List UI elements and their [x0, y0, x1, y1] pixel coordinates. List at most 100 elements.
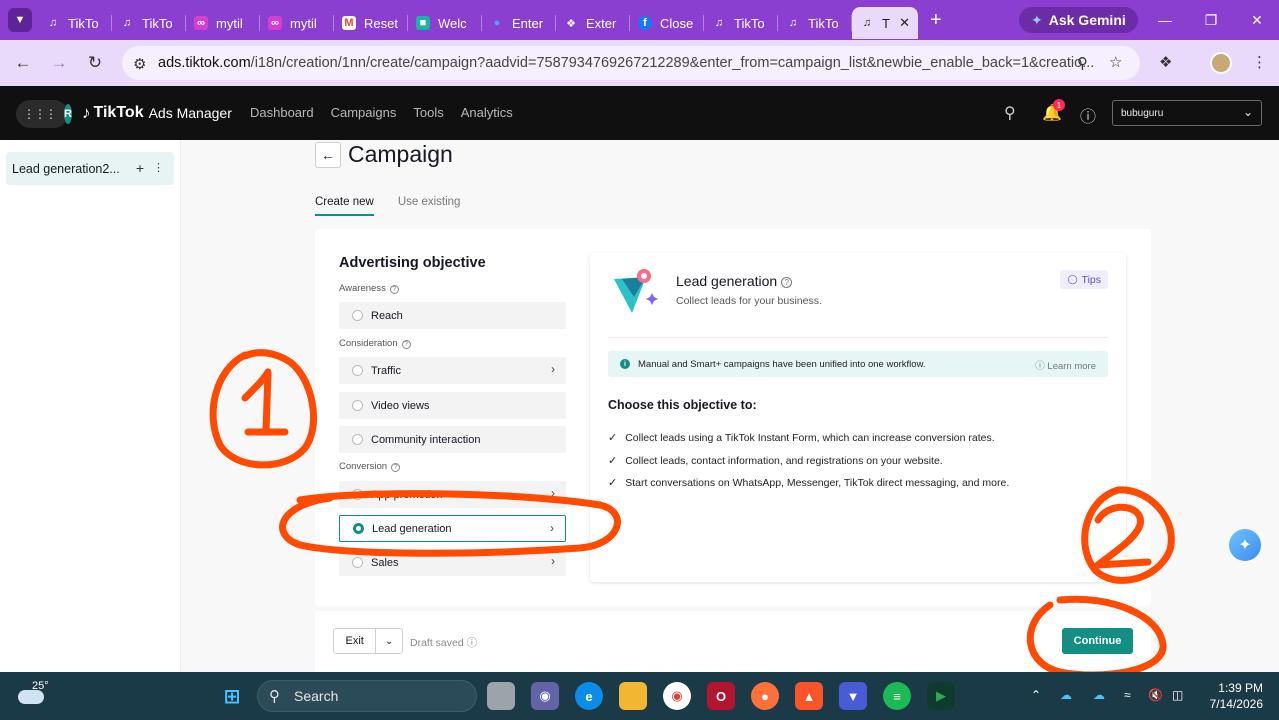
reload-icon[interactable]: ↻	[81, 49, 109, 77]
assistant-sparkle-icon[interactable]: ✦	[1229, 529, 1261, 561]
help-icon[interactable]: ?	[401, 340, 411, 349]
group-label-consideration: Consideration?	[339, 338, 411, 349]
objective-app-promotion[interactable]: App promotion ›	[339, 481, 566, 508]
browser-tab[interactable]: ■ Welc	[408, 7, 482, 39]
browser-tab[interactable]: ♫ TikTo	[704, 7, 778, 39]
taskbar-search[interactable]: ⚲ Search	[257, 680, 477, 712]
radio-button[interactable]	[352, 434, 363, 445]
objective-traffic[interactable]: Traffic ›	[339, 357, 566, 384]
facebook-icon: f	[638, 16, 652, 30]
ask-gemini-button[interactable]: ✦ Ask Gemini	[1019, 7, 1138, 33]
tiktok-ads-logo[interactable]: ♪ TikTok Ads Manager	[82, 103, 232, 123]
top-navigation: Dashboard Campaigns Tools Analytics	[250, 105, 513, 120]
back-button[interactable]: ←	[315, 142, 341, 168]
browser-tab[interactable]: ∞ mytil	[260, 7, 334, 39]
tab-use-existing[interactable]: Use existing	[398, 196, 461, 216]
nav-analytics[interactable]: Analytics	[461, 105, 513, 120]
close-window-icon[interactable]: ✕	[1234, 0, 1279, 40]
opera-icon[interactable]: O	[707, 682, 735, 710]
restore-window-icon[interactable]: ❐	[1188, 0, 1234, 40]
tab-search-menu-button[interactable]: ▼	[8, 8, 32, 32]
browser-tab[interactable]: ∞ mytil	[186, 7, 260, 39]
cloud-sync-icon[interactable]: ☁	[1093, 688, 1105, 702]
objective-reach[interactable]: Reach	[339, 302, 566, 329]
sidebar-item-lead-generation[interactable]: Lead generation2... + ⋮	[6, 152, 174, 185]
tiktok-icon: ♫	[862, 17, 872, 29]
help-icon[interactable]: ?	[391, 463, 401, 472]
search-icon[interactable]: ⚲	[1004, 103, 1016, 123]
site-settings-icon[interactable]: ⚙	[133, 55, 146, 73]
radio-button[interactable]	[352, 489, 363, 500]
objective-sales[interactable]: Sales ›	[339, 549, 566, 576]
app-icon[interactable]: ▼	[839, 682, 867, 710]
browser-menu-icon[interactable]: ⋮	[1252, 53, 1267, 71]
radio-button[interactable]	[352, 400, 363, 411]
objective-lead-generation[interactable]: Lead generation ›	[339, 515, 566, 542]
back-arrow-icon[interactable]: ←	[9, 49, 37, 77]
profile-avatar[interactable]	[1210, 52, 1232, 74]
teams-icon[interactable]: ◉	[531, 682, 559, 710]
volume-muted-icon[interactable]: 🔇	[1148, 688, 1163, 702]
browser-tab[interactable]: ● Enter	[482, 7, 556, 39]
edge-icon[interactable]: e	[575, 682, 603, 710]
chevron-down-icon[interactable]: ⌄	[376, 636, 402, 647]
extensions-icon[interactable]: ❖	[1159, 53, 1172, 71]
help-icon[interactable]: ⓘ	[1080, 103, 1096, 127]
firefox-icon[interactable]: ●	[751, 682, 779, 710]
add-icon[interactable]: +	[136, 160, 144, 176]
browser-tab[interactable]: ♫ TikTo	[112, 7, 186, 39]
wifi-icon[interactable]: ≈	[1124, 688, 1131, 702]
radio-button[interactable]	[352, 557, 363, 568]
chrome-icon[interactable]: ◉	[663, 682, 691, 710]
help-icon[interactable]: ⓘ	[467, 637, 478, 649]
minimize-window-icon[interactable]: —	[1142, 0, 1188, 40]
browser-tab[interactable]: M Reset	[334, 7, 408, 39]
radio-button[interactable]	[352, 310, 363, 321]
exit-button[interactable]: Exit ⌄	[333, 628, 403, 654]
account-selector[interactable]: bubuguru ⌄	[1112, 100, 1262, 126]
learn-more-link[interactable]: ⓘ Learn more	[1035, 358, 1096, 372]
benefit-item: ✓ Start conversations on WhatsApp, Messen…	[608, 476, 1010, 490]
close-tab-icon[interactable]: ✕	[899, 15, 910, 31]
address-bar[interactable]: ads.tiktok.com/i18n/creation/1nn/create/…	[122, 46, 1140, 80]
radio-button-selected[interactable]	[353, 523, 364, 534]
nav-campaigns[interactable]: Campaigns	[331, 105, 397, 120]
chevron-up-icon[interactable]: ⌃	[1031, 688, 1041, 702]
spotify-icon[interactable]: ≡	[883, 682, 911, 710]
play-games-icon[interactable]: ▶	[927, 682, 955, 710]
chevron-right-icon: ›	[551, 554, 555, 568]
battery-icon[interactable]: ◫	[1172, 688, 1183, 702]
windows-start-icon[interactable]: ⊞	[218, 682, 246, 710]
task-view-icon[interactable]	[487, 682, 515, 710]
onedrive-icon[interactable]: ☁	[1060, 688, 1072, 702]
system-clock[interactable]: 1:39 PM 7/14/2026	[1199, 680, 1263, 712]
browser-tab[interactable]: ♫ TikTo	[778, 7, 852, 39]
browser-tab[interactable]: f Close	[630, 7, 704, 39]
tiktok-icon: ♫	[788, 17, 798, 29]
browser-tab-active[interactable]: ♫ T ✕	[852, 7, 918, 39]
apps-switcher-button[interactable]: ⋮⋮⋮ R	[16, 100, 72, 128]
continue-button[interactable]: Continue	[1062, 628, 1133, 654]
browser-tab[interactable]: ♫ TikTo	[38, 7, 112, 39]
lead-generation-illustration-icon	[614, 269, 658, 313]
nav-dashboard[interactable]: Dashboard	[250, 105, 314, 120]
link-icon: ∞	[194, 16, 208, 30]
new-tab-button[interactable]: +	[930, 9, 942, 32]
browser-tab[interactable]: ❖ Exter	[556, 7, 630, 39]
tips-button[interactable]: ◯ Tips	[1060, 270, 1108, 289]
tab-create-new[interactable]: Create new	[315, 196, 374, 216]
radio-button[interactable]	[352, 365, 363, 376]
nav-tools[interactable]: Tools	[413, 105, 443, 120]
help-icon[interactable]: ?	[781, 276, 793, 288]
help-icon[interactable]: ?	[389, 285, 399, 294]
brave-icon[interactable]: ▲	[795, 682, 823, 710]
objective-community-interaction[interactable]: Community interaction	[339, 426, 566, 453]
objective-card: Advertising objective Awareness? Reach C…	[315, 229, 1151, 606]
bookmark-star-icon[interactable]: ☆	[1109, 53, 1122, 71]
checkmark-icon: ✓	[608, 477, 618, 489]
zoom-search-icon[interactable]: ⚲	[1077, 54, 1088, 72]
forward-arrow-icon[interactable]: →	[45, 49, 73, 77]
more-options-icon[interactable]: ⋮	[153, 161, 164, 174]
objective-video-views[interactable]: Video views	[339, 392, 566, 419]
file-explorer-icon[interactable]	[619, 682, 647, 710]
